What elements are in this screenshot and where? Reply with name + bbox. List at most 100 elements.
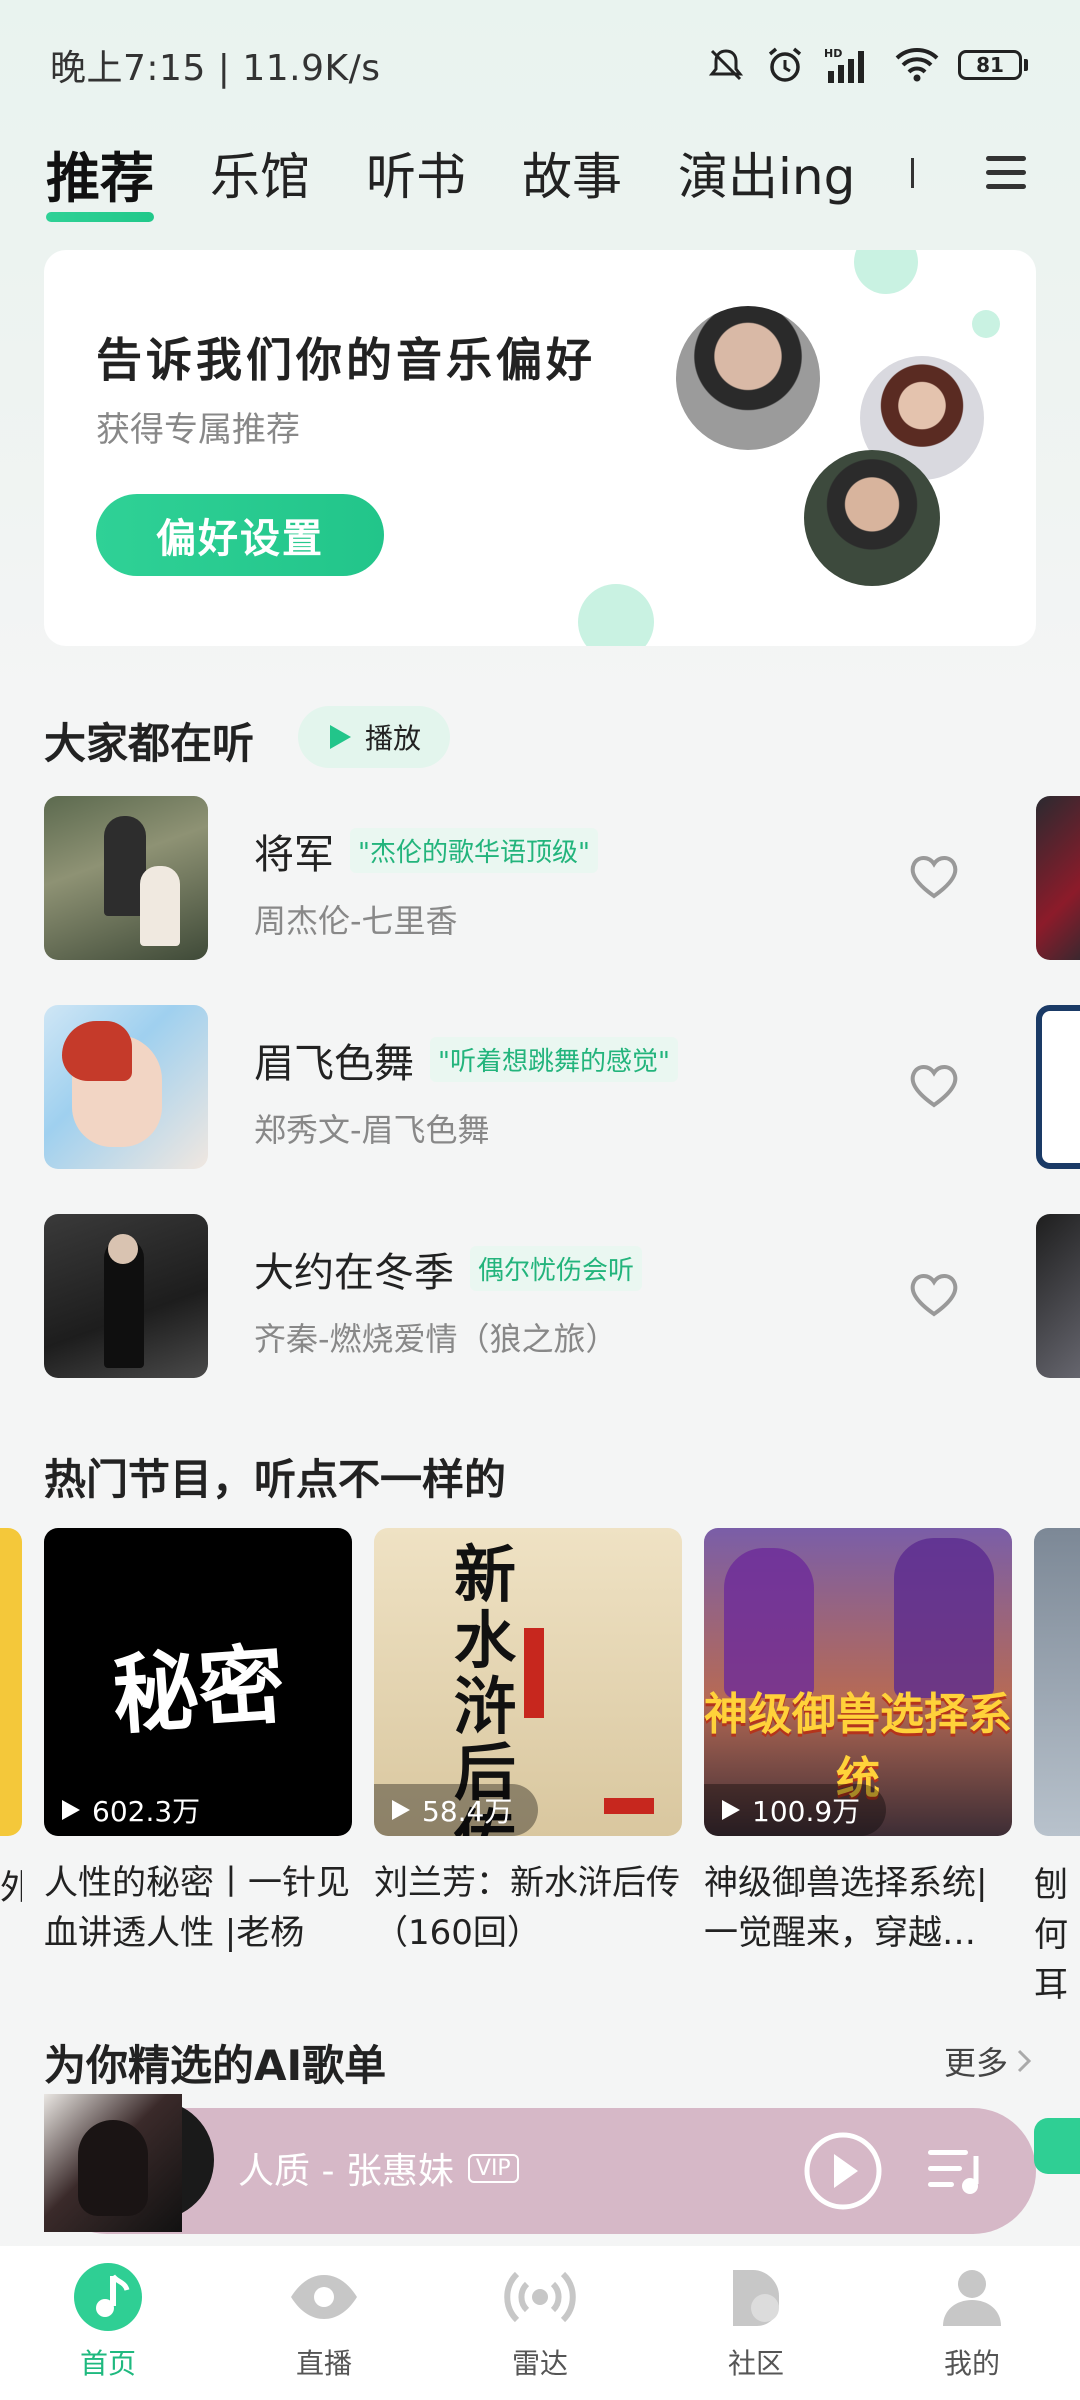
radar-icon [504, 2271, 576, 2323]
status-bar: 晚上7:15 | 11.9K/s HD 81 [0, 0, 1080, 130]
program-card[interactable]: 新水浒后传 58.4万 刘兰芳：新水浒后传（160回） [374, 1528, 682, 1958]
play-count: 58.4万 [374, 1784, 539, 1836]
status-time: 晚上7:15 | 11.9K/s [50, 48, 381, 89]
song-tag: "听着想跳舞的感觉" [430, 1037, 678, 1082]
nav-label: 首页 [79, 2347, 136, 2380]
song-row[interactable]: 大约在冬季 偶尔忧伤会听 齐秦-燃烧爱情（狼之旅） [44, 1214, 1080, 1378]
eye-icon [291, 2275, 357, 2319]
nav-label: 直播 [295, 2347, 352, 2380]
preference-title: 告诉我们你的音乐偏好 [96, 333, 596, 387]
program-title: 神级御兽选择系统|一觉醒来，穿越… [704, 1863, 988, 1953]
heart-icon[interactable] [904, 1264, 964, 1324]
next-album-peek [1036, 1005, 1080, 1169]
program-cover: 新水浒后传 58.4万 [374, 1528, 682, 1836]
artist-avatar [676, 306, 820, 450]
preference-card[interactable]: 告诉我们你的音乐偏好 获得专属推荐 偏好设置 [44, 250, 1036, 646]
signal-icon: HD [824, 47, 864, 83]
play-icon [62, 1800, 80, 1820]
song-row[interactable]: 眉飞色舞 "听着想跳舞的感觉" 郑秀文-眉飞色舞 [44, 1005, 1080, 1169]
bottom-nav: 首页 直播 雷达 社区 我的 [0, 2246, 1080, 2400]
top-tab-bar: 推荐 乐馆 听书 故事 演出ing [0, 118, 1080, 228]
song-tag: "杰伦的歌华语顶级" [350, 828, 598, 873]
program-peek-left-title: 外 [0, 1868, 22, 1908]
decoration-dot [854, 250, 918, 294]
status-icons: HD 81 [706, 44, 1028, 86]
community-icon [733, 2270, 779, 2326]
music-note-icon [74, 2263, 142, 2331]
song-artist: 齐秦-燃烧爱情（狼之旅） [254, 1320, 618, 1358]
mute-icon [708, 49, 744, 81]
tab-audiobooks[interactable]: 听书 [366, 128, 466, 218]
program-card[interactable]: 秘密 602.3万 人性的秘密丨一针见血讲透人性 |老杨 [44, 1528, 352, 1958]
heart-icon[interactable] [904, 1055, 964, 1115]
more-label: 更多 [943, 2044, 1008, 2082]
mini-player-title: 人质 - 张惠妹 [238, 2151, 454, 2192]
mini-player-cover[interactable] [44, 2094, 214, 2232]
play-icon [329, 725, 351, 749]
play-count: 602.3万 [44, 1784, 227, 1836]
hot-programs-title: 热门节目，听点不一样的 [44, 1455, 507, 1504]
album-cover [44, 796, 208, 960]
song-tag: 偶尔忧伤会听 [470, 1246, 643, 1291]
chevron-right-icon [1017, 2049, 1032, 2073]
song-title: 眉飞色舞 [254, 1041, 414, 1087]
song-title: 将军 [254, 832, 334, 878]
playlist-icon[interactable] [924, 2144, 988, 2200]
next-album-peek [1036, 1214, 1080, 1378]
decoration-dot [578, 584, 654, 646]
nav-home[interactable]: 首页 [0, 2246, 216, 2400]
program-cover-text: 秘密 [109, 1634, 288, 1747]
artist-avatar [804, 450, 940, 586]
program-title: 刘兰芳：新水浒后传（160回） [374, 1863, 680, 1953]
nav-label: 雷达 [511, 2347, 568, 2380]
tab-divider [911, 158, 915, 188]
everyone-listening-title: 大家都在听 [44, 719, 255, 768]
program-title: 人性的秘密丨一针见血讲透人性 |老杨 [44, 1863, 350, 1953]
play-count: 100.9万 [704, 1784, 887, 1836]
menu-icon[interactable] [976, 142, 1036, 202]
play-icon [722, 1800, 740, 1820]
ai-playlist-title: 为你精选的AI歌单 [44, 2041, 387, 2090]
battery-level: 81 [958, 50, 1022, 80]
play-pause-icon[interactable] [802, 2130, 884, 2212]
nav-label: 社区 [727, 2347, 784, 2380]
playlist-peek [1034, 2118, 1080, 2174]
svg-text:HD: HD [824, 47, 842, 60]
tab-shows[interactable]: 演出ing [678, 128, 855, 218]
tab-music-hall[interactable]: 乐馆 [210, 128, 310, 218]
preference-settings-button[interactable]: 偏好设置 [96, 494, 384, 576]
song-artist: 周杰伦-七里香 [254, 902, 458, 940]
profile-icon [943, 2270, 1001, 2326]
song-row[interactable]: 将军 "杰伦的歌华语顶级" 周杰伦-七里香 [44, 796, 1080, 960]
nav-label: 我的 [943, 2347, 1000, 2380]
next-album-peek [1036, 796, 1080, 960]
preference-subtitle: 获得专属推荐 [96, 410, 300, 450]
album-cover [44, 1214, 208, 1378]
nav-community[interactable]: 社区 [648, 2246, 864, 2400]
play-icon [392, 1800, 410, 1820]
nav-profile[interactable]: 我的 [864, 2246, 1080, 2400]
play-all-label: 播放 [364, 722, 421, 755]
vip-badge: VIP [467, 2153, 519, 2183]
song-artist: 郑秀文-眉飞色舞 [254, 1111, 490, 1149]
program-cover: 秘密 602.3万 [44, 1528, 352, 1836]
program-card[interactable]: 神级御兽选择系统 100.9万 神级御兽选择系统|一觉醒来，穿越… [704, 1528, 1012, 1958]
nav-radar[interactable]: 雷达 [432, 2246, 648, 2400]
more-link[interactable]: 更多 [944, 2038, 1034, 2084]
nav-live[interactable]: 直播 [216, 2246, 432, 2400]
play-all-button[interactable]: 播放 [298, 706, 450, 768]
decoration-dot [972, 310, 1000, 338]
program-peek-right-title: 刨 何耳 [1034, 1865, 1068, 2005]
wifi-icon [895, 48, 939, 82]
mini-player-title-row: 人质 - 张惠妹 VIP [238, 2142, 519, 2194]
song-title: 大约在冬季 [254, 1250, 454, 1296]
heart-icon[interactable] [904, 846, 964, 906]
album-cover [44, 1005, 208, 1169]
program-cover: 神级御兽选择系统 100.9万 [704, 1528, 1012, 1836]
alarm-icon [768, 47, 802, 82]
battery-indicator: 81 [958, 50, 1028, 80]
program-peek-right [1034, 1528, 1080, 1836]
program-peek-left [0, 1528, 22, 1836]
tab-recommend[interactable]: 推荐 [46, 128, 154, 222]
tab-stories[interactable]: 故事 [522, 128, 622, 218]
